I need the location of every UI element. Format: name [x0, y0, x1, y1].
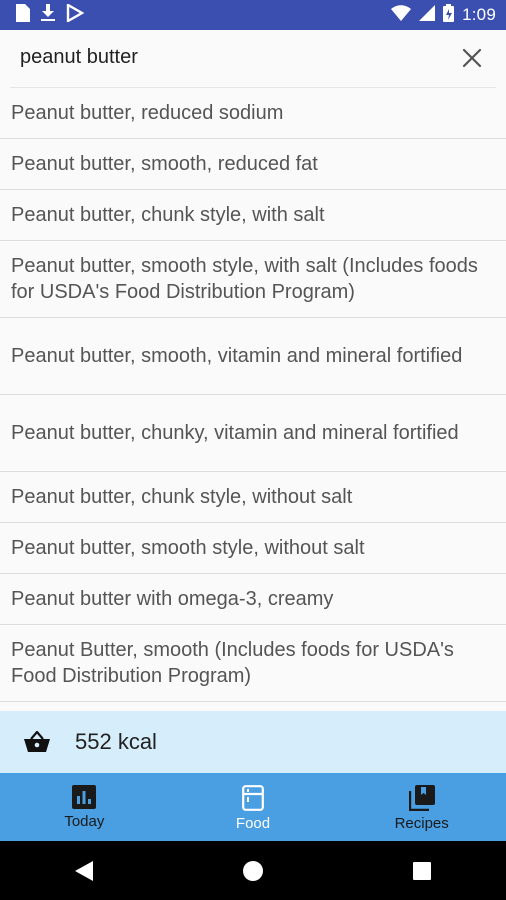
tab-recipes[interactable]: Recipes — [337, 773, 506, 841]
list-item[interactable]: Peanut butter, reduced sodium — [0, 88, 506, 139]
summary-bar[interactable]: 552 kcal — [0, 711, 506, 773]
recents-square-icon — [412, 861, 431, 880]
fridge-icon — [242, 785, 264, 811]
bottom-nav: Today Food Recipes — [0, 773, 506, 841]
play-store-icon — [66, 2, 85, 27]
download-icon — [40, 3, 56, 27]
clear-search-button[interactable] — [458, 44, 486, 72]
basket-icon — [24, 730, 50, 753]
home-circle-icon — [242, 860, 263, 881]
search-bar — [0, 30, 506, 88]
back-button[interactable] — [54, 851, 114, 891]
list-item[interactable]: Peanut butter, smooth style, with salt (… — [0, 241, 506, 318]
list-item[interactable]: Peanut butter, smooth style, without sal… — [0, 523, 506, 574]
recents-button[interactable] — [392, 851, 452, 891]
tab-label: Food — [235, 815, 271, 832]
bar-chart-icon — [72, 785, 97, 809]
list-item[interactable]: Peanut butter, smooth, vitamin and miner… — [0, 318, 506, 395]
tab-label: Recipes — [394, 815, 449, 832]
status-bar: 1:09 — [0, 0, 506, 30]
search-input[interactable] — [20, 46, 420, 69]
tab-food[interactable]: Food — [169, 773, 338, 841]
list-item[interactable]: Peanut butter, chunk style, with salt — [0, 190, 506, 241]
list-item[interactable]: Peanut butter, smooth, reduced fat — [0, 139, 506, 190]
document-icon — [14, 3, 30, 27]
close-icon — [462, 48, 482, 68]
result-list: Peanut butter, reduced sodium Peanut but… — [0, 88, 506, 702]
status-time: 1:09 — [462, 5, 496, 24]
wifi-icon — [391, 4, 412, 26]
tab-today[interactable]: Today — [0, 773, 169, 841]
list-item[interactable]: Peanut butter, chunky, vitamin and miner… — [0, 395, 506, 472]
status-left — [0, 2, 85, 27]
battery-icon — [443, 3, 455, 27]
status-right: 1:09 — [391, 3, 506, 27]
list-item[interactable]: Peanut butter, chunk style, without salt — [0, 472, 506, 523]
book-stack-icon — [408, 785, 435, 811]
system-nav-bar — [0, 841, 506, 900]
home-button[interactable] — [223, 851, 283, 891]
signal-icon — [419, 4, 436, 26]
tab-label: Today — [64, 813, 105, 830]
kcal-total: 552 kcal — [75, 729, 157, 754]
list-item[interactable]: Peanut Butter, smooth (Includes foods fo… — [0, 625, 506, 702]
back-triangle-icon — [75, 860, 94, 881]
list-item[interactable]: Peanut butter with omega-3, creamy — [0, 574, 506, 625]
